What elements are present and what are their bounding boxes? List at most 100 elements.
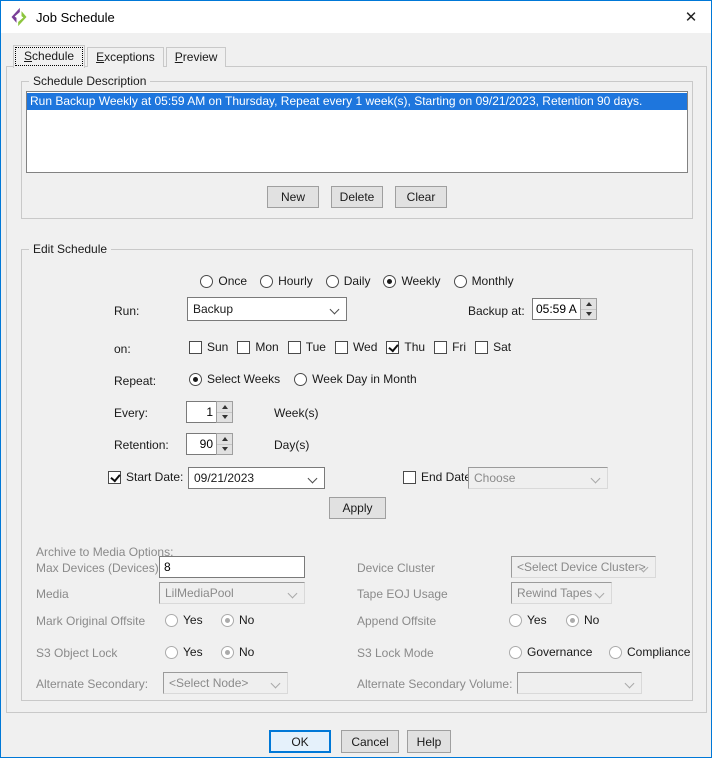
append-offsite-no-radio: No bbox=[566, 613, 599, 627]
checkbox-wed[interactable]: Wed bbox=[335, 340, 377, 354]
tape-eoj-usage-combobox: Rewind Tapes bbox=[511, 582, 612, 604]
radio-once-label: Once bbox=[218, 274, 247, 288]
radio-icon bbox=[609, 646, 622, 659]
device-cluster-combobox: <Select Device Cluster> bbox=[511, 556, 656, 578]
new-button[interactable]: New bbox=[267, 186, 319, 208]
max-devices-input[interactable] bbox=[159, 556, 305, 578]
checkbox-fri-icon bbox=[434, 341, 447, 354]
spin-up-icon[interactable] bbox=[217, 402, 232, 413]
tab-schedule[interactable]: Schedule bbox=[13, 45, 85, 68]
apply-button[interactable]: Apply bbox=[329, 497, 386, 519]
media-label: Media bbox=[36, 587, 69, 601]
checkbox-mon-icon bbox=[237, 341, 250, 354]
retention-label: Retention: bbox=[114, 438, 169, 452]
append-offsite-no-label: No bbox=[584, 613, 599, 627]
spin-up-icon[interactable] bbox=[217, 434, 232, 445]
cancel-button[interactable]: Cancel bbox=[341, 730, 399, 753]
app-logo-icon bbox=[9, 7, 29, 27]
radio-weekly-icon bbox=[383, 275, 396, 288]
end-date-checkbox[interactable]: End Date: bbox=[403, 470, 474, 484]
radio-daily[interactable]: Daily bbox=[326, 274, 371, 288]
checkbox-tue[interactable]: Tue bbox=[288, 340, 326, 354]
radio-once-icon bbox=[200, 275, 213, 288]
chevron-down-icon bbox=[288, 589, 298, 599]
clear-button[interactable]: Clear bbox=[395, 186, 447, 208]
checkbox-sun-icon bbox=[189, 341, 202, 354]
device-cluster-label: Device Cluster bbox=[357, 561, 435, 575]
ok-button[interactable]: OK bbox=[269, 730, 331, 753]
media-value: LilMediaPool bbox=[165, 586, 234, 600]
every-unit-label: Week(s) bbox=[274, 406, 318, 420]
checkbox-sun[interactable]: Sun bbox=[189, 340, 228, 354]
frequency-radio-group: Once Hourly Daily Weekly Monthly bbox=[21, 274, 693, 288]
checkbox-sat[interactable]: Sat bbox=[475, 340, 511, 354]
spin-up-icon[interactable] bbox=[581, 299, 596, 310]
weekday-checkbox-group: Sun Mon Tue Wed Thu Fri Sat bbox=[189, 340, 511, 354]
checkbox-wed-icon bbox=[335, 341, 348, 354]
s3-lock-mode-governance-radio: Governance bbox=[509, 645, 592, 659]
s3-lock-mode-label: S3 Lock Mode bbox=[357, 646, 434, 660]
radio-hourly-icon bbox=[260, 275, 273, 288]
start-date-checkbox-icon bbox=[108, 471, 121, 484]
radio-hourly-label: Hourly bbox=[278, 274, 313, 288]
radio-weekly[interactable]: Weekly bbox=[383, 274, 440, 288]
start-date-checkbox[interactable]: Start Date: bbox=[108, 470, 183, 484]
start-date-value: 09/21/2023 bbox=[194, 471, 254, 485]
s3-object-lock-label: S3 Object Lock bbox=[36, 646, 117, 660]
radio-weekly-label: Weekly bbox=[401, 274, 440, 288]
start-date-combobox[interactable]: 09/21/2023 bbox=[188, 467, 325, 489]
retention-spin-buttons bbox=[216, 433, 233, 455]
alternate-secondary-label: Alternate Secondary: bbox=[36, 677, 148, 691]
title-bar: Job Schedule ✕ bbox=[1, 1, 711, 33]
alternate-secondary-value: <Select Node> bbox=[169, 676, 248, 690]
every-input[interactable] bbox=[186, 401, 216, 423]
run-combobox[interactable]: Backup bbox=[187, 297, 347, 321]
backup-at-spinner bbox=[532, 298, 597, 320]
device-cluster-value: <Select Device Cluster> bbox=[517, 560, 646, 574]
checkbox-sat-icon bbox=[475, 341, 488, 354]
schedule-description-group-label: Schedule Description bbox=[29, 74, 150, 88]
radio-icon bbox=[165, 614, 178, 627]
checkbox-wed-label: Wed bbox=[353, 340, 377, 354]
schedule-list-item[interactable]: Run Backup Weekly at 05:59 AM on Thursda… bbox=[27, 93, 687, 110]
radio-hourly[interactable]: Hourly bbox=[260, 274, 313, 288]
tab-preview[interactable]: Preview bbox=[166, 47, 227, 67]
checkbox-thu[interactable]: Thu bbox=[386, 340, 425, 354]
radio-monthly[interactable]: Monthly bbox=[454, 274, 514, 288]
on-label: on: bbox=[114, 342, 131, 356]
tab-preview-label: Preview bbox=[175, 50, 218, 64]
chevron-down-icon bbox=[308, 474, 318, 484]
spin-down-icon[interactable] bbox=[217, 445, 232, 455]
checkbox-sat-label: Sat bbox=[493, 340, 511, 354]
append-offsite-label: Append Offsite bbox=[357, 614, 436, 628]
checkbox-fri[interactable]: Fri bbox=[434, 340, 466, 354]
s3-lock-mode-compliance-radio: Compliance bbox=[609, 645, 690, 659]
s3-lock-mode-compliance-label: Compliance bbox=[627, 645, 690, 659]
checkbox-tue-label: Tue bbox=[306, 340, 326, 354]
help-button[interactable]: Help bbox=[407, 730, 451, 753]
repeat-radio-group: Select Weeks Week Day in Month bbox=[189, 372, 417, 386]
backup-at-input[interactable] bbox=[532, 298, 580, 320]
checkbox-sun-label: Sun bbox=[207, 340, 228, 354]
tab-exceptions[interactable]: Exceptions bbox=[87, 47, 164, 67]
radio-week-day-in-month[interactable]: Week Day in Month bbox=[294, 372, 417, 386]
every-spin-buttons bbox=[216, 401, 233, 423]
alternate-secondary-volume-label: Alternate Secondary Volume: bbox=[357, 677, 512, 691]
radio-select-weeks[interactable]: Select Weeks bbox=[189, 372, 280, 386]
radio-select-weeks-label: Select Weeks bbox=[207, 372, 280, 386]
edit-schedule-group-label: Edit Schedule bbox=[29, 242, 111, 256]
retention-unit-label: Day(s) bbox=[274, 438, 309, 452]
retention-input[interactable] bbox=[186, 433, 216, 455]
checkbox-mon[interactable]: Mon bbox=[237, 340, 278, 354]
repeat-label: Repeat: bbox=[114, 374, 156, 388]
delete-button[interactable]: Delete bbox=[331, 186, 383, 208]
radio-once[interactable]: Once bbox=[200, 274, 247, 288]
schedule-description-list[interactable]: Run Backup Weekly at 05:59 AM on Thursda… bbox=[26, 91, 688, 173]
radio-icon bbox=[221, 646, 234, 659]
s3-lock-mode-governance-label: Governance bbox=[527, 645, 592, 659]
spin-down-icon[interactable] bbox=[581, 310, 596, 320]
alternate-secondary-combobox: <Select Node> bbox=[163, 672, 288, 694]
run-label: Run: bbox=[114, 304, 139, 318]
spin-down-icon[interactable] bbox=[217, 413, 232, 423]
close-icon[interactable]: ✕ bbox=[671, 1, 711, 33]
